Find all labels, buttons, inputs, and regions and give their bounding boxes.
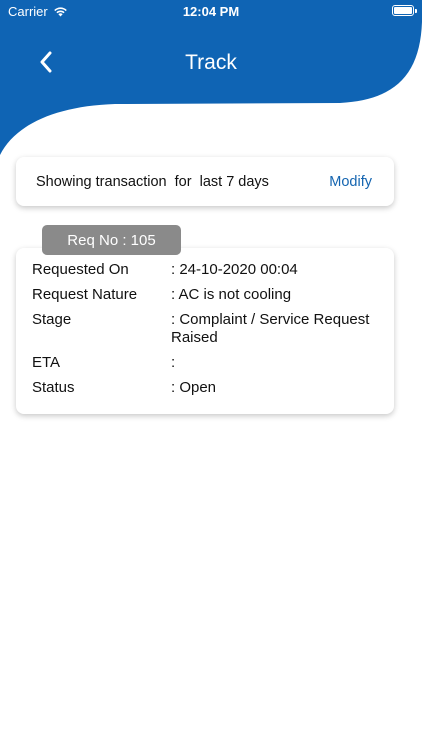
modify-button[interactable]: Modify <box>329 174 372 190</box>
status-bar: Carrier 12:04 PM <box>0 0 422 22</box>
stage-row: Stage : Complaint / Service Request Rais… <box>32 311 378 347</box>
filter-card: Showing transaction for last 7 days Modi… <box>16 157 394 206</box>
battery-icon <box>392 5 417 16</box>
requested-on-row: Requested On : 24-10-2020 00:04 <box>32 261 378 279</box>
page-title: Track <box>185 51 237 74</box>
row-value: : Complaint / Service Request Raised <box>171 311 370 346</box>
row-label: ETA <box>32 354 61 371</box>
row-label: Status <box>32 379 75 396</box>
request-card[interactable]: Requested On : 24-10-2020 00:04 Request … <box>16 248 394 414</box>
eta-row: ETA : <box>32 354 378 372</box>
row-value: : <box>171 354 176 371</box>
row-value: : Open <box>171 379 217 396</box>
status-time: 12:04 PM <box>182 4 240 19</box>
row-value: : AC is not cooling <box>171 286 292 303</box>
request-nature-row: Request Nature : AC is not cooling <box>32 286 378 304</box>
row-label: Stage <box>32 311 72 328</box>
status-row: Status : Open <box>32 379 378 397</box>
row-label: Requested On <box>32 261 129 278</box>
row-label: Request Nature <box>32 286 138 303</box>
row-value: : 24-10-2020 00:04 <box>171 261 298 278</box>
filter-summary: Showing transaction for last 7 days <box>36 173 269 190</box>
request-number-badge: Req No : 105 <box>42 225 181 255</box>
